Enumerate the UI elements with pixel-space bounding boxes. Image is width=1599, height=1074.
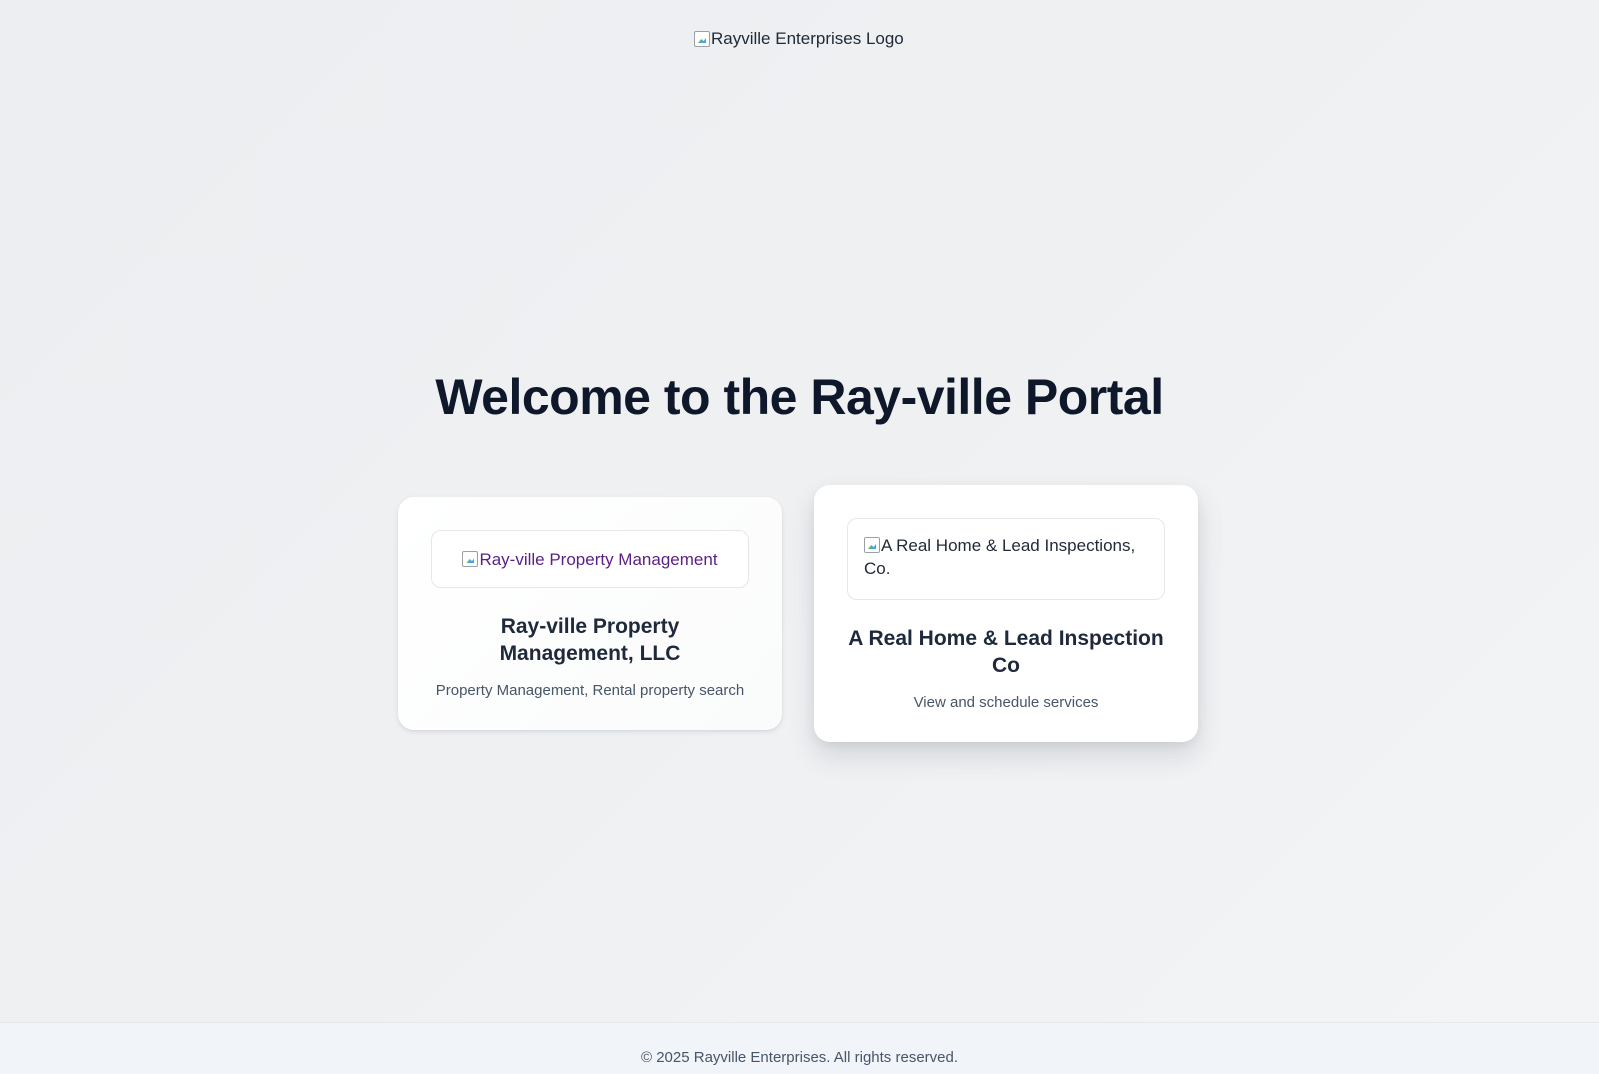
site-footer: © 2025 Rayville Enterprises. All rights … — [0, 1022, 1599, 1074]
card-description: View and schedule services — [913, 694, 1099, 711]
broken-image-icon — [462, 551, 479, 567]
logo-alt-text: Rayville Enterprises Logo — [711, 29, 904, 48]
card-title: A Real Home & Lead Inspection Co — [848, 627, 1164, 677]
card-image-alt-text: Ray-ville Property Management — [479, 549, 718, 569]
site-header: Rayville Enterprises Logo — [0, 0, 1599, 80]
card-property-management[interactable]: Ray-ville Property Management Ray-ville … — [398, 497, 782, 730]
card-image: A Real Home & Lead Inspections, Co. — [847, 518, 1165, 600]
copyright-text: © 2025 Rayville Enterprises. All rights … — [640, 1049, 959, 1066]
broken-image-icon — [864, 537, 880, 553]
site-logo[interactable]: Rayville Enterprises Logo — [694, 27, 904, 51]
card-home-inspection[interactable]: A Real Home & Lead Inspections, Co. A Re… — [814, 485, 1198, 742]
card-description: Property Management, Rental property sea… — [435, 682, 745, 699]
broken-image-icon — [694, 31, 710, 47]
page-title: Welcome to the Ray-ville Portal — [435, 369, 1164, 425]
card-image: Ray-ville Property Management — [431, 530, 749, 588]
card-title: Ray-ville Property Management, LLC — [499, 615, 681, 665]
card-image-alt-text: A Real Home & Lead Inspections, Co. — [864, 536, 1136, 578]
